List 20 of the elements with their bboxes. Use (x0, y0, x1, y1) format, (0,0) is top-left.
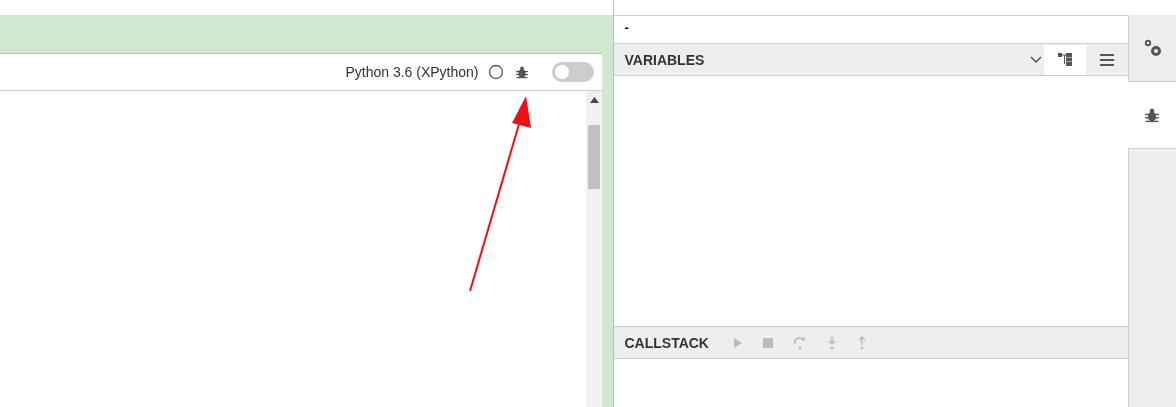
bug-icon (1145, 107, 1159, 123)
continue-icon[interactable] (733, 336, 743, 349)
debug-toggle[interactable] (552, 62, 595, 82)
stop-icon[interactable] (763, 337, 773, 348)
step-out-icon[interactable] (857, 335, 867, 350)
settings-tab[interactable] (1128, 15, 1176, 82)
tree-view-button[interactable] (1044, 44, 1087, 75)
settings-icon (1142, 38, 1163, 58)
tree-icon (1058, 53, 1073, 66)
kernel-name[interactable]: Python 3.6 (XPython) (345, 64, 479, 80)
menu-icon (1100, 53, 1115, 66)
variables-title: VARIABLES (624, 51, 705, 68)
scrollbar-thumb[interactable] (588, 125, 601, 189)
scroll-up-icon[interactable] (590, 97, 599, 103)
callstack-title: CALLSTACK (624, 334, 709, 351)
step-in-icon[interactable] (827, 335, 837, 350)
chevron-down-icon[interactable] (1030, 55, 1043, 64)
bug-icon (516, 65, 529, 79)
scrollbar[interactable] (586, 91, 603, 407)
step-over-icon[interactable] (793, 335, 807, 350)
